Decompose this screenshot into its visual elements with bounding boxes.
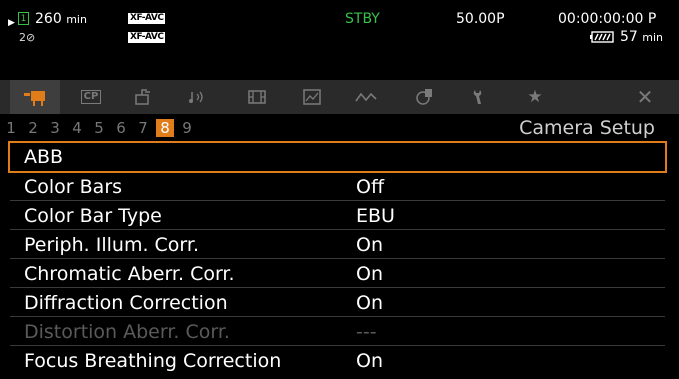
- menu-item-label: Periph. Illum. Corr.: [24, 234, 200, 256]
- network-icon: [355, 92, 377, 102]
- menu-item-diffraction-correction[interactable]: Diffraction Correction On: [10, 289, 665, 317]
- menu-item-value: Off: [356, 176, 385, 198]
- recording-tab[interactable]: [232, 80, 282, 114]
- menu-item-distortion-aberr-corr: Distortion Aberr. Corr. ---: [10, 318, 665, 346]
- rec-time-value: 260: [35, 11, 62, 27]
- setup-tab[interactable]: [454, 80, 504, 114]
- camera-tab[interactable]: [10, 80, 60, 114]
- section-title: Camera Setup: [519, 117, 655, 139]
- format-badge-primary: XF-AVC: [128, 13, 166, 24]
- audio-icon: [189, 91, 203, 103]
- film-icon: [248, 90, 266, 104]
- page-9[interactable]: 9: [178, 119, 196, 137]
- network-tab[interactable]: [341, 80, 391, 114]
- recording-mode: STBY: [345, 11, 380, 27]
- menu-item-label: Distortion Aberr. Corr.: [24, 321, 230, 343]
- menu-item-label: Color Bar Type: [24, 205, 162, 227]
- settings-box-icon: [135, 89, 150, 105]
- menu-item-color-bar-type[interactable]: Color Bar Type EBU: [10, 202, 665, 230]
- menu-item-value: EBU: [356, 205, 395, 227]
- menu-item-label: Focus Breathing Correction: [24, 350, 282, 372]
- battery-icon: [590, 31, 614, 43]
- battery-unit: min: [642, 31, 664, 44]
- battery-remaining: 57 min: [620, 30, 663, 45]
- wrench-icon: [473, 90, 482, 104]
- custom-picture-tab[interactable]: [119, 80, 169, 114]
- menu-item-value: On: [356, 234, 383, 256]
- page-5[interactable]: 5: [90, 119, 108, 137]
- star-icon: ★: [527, 87, 543, 107]
- assist-tab[interactable]: [287, 80, 337, 114]
- remaining-rec-time: 260 min: [35, 12, 87, 27]
- my-menu-tab[interactable]: ★: [510, 80, 560, 114]
- media-icon: [416, 89, 432, 105]
- card-slot-1-indicator: 1: [18, 12, 29, 25]
- menu-item-color-bars[interactable]: Color Bars Off: [10, 173, 665, 201]
- menu-item-value: On: [356, 263, 383, 285]
- audio-tab[interactable]: [173, 80, 223, 114]
- menu-item-label: Chromatic Aberr. Corr.: [24, 263, 235, 285]
- format-badge-secondary: XF-AVC: [128, 32, 166, 43]
- menu-item-label: Diffraction Correction: [24, 292, 228, 314]
- page-4[interactable]: 4: [68, 119, 86, 137]
- menu-item-value: On: [356, 292, 383, 314]
- menu-item-value: On: [356, 350, 383, 372]
- menu-item-value: ---: [356, 321, 377, 343]
- play-arrow-icon: ▶: [8, 18, 15, 28]
- battery-value: 57: [620, 29, 638, 45]
- status-bar: ▶ 1 260 min 2⊘ XF-AVC XF-AVC STBY 50.00P…: [0, 0, 679, 80]
- menu-item-focus-breathing-correction[interactable]: Focus Breathing Correction On: [10, 347, 665, 375]
- menu-item-label: ABB: [24, 146, 64, 168]
- menu-item-abb[interactable]: ABB: [8, 141, 667, 173]
- menu-tab-bar: CP ★ ✕: [0, 80, 679, 114]
- close-icon: ✕: [636, 85, 654, 109]
- media-tab[interactable]: [399, 80, 449, 114]
- frame-rate: 50.00P: [456, 11, 505, 27]
- close-tab[interactable]: ✕: [620, 80, 670, 114]
- page-6[interactable]: 6: [112, 119, 130, 137]
- page-2[interactable]: 2: [24, 119, 42, 137]
- camera-icon: [24, 91, 45, 106]
- page-8[interactable]: 8: [156, 119, 174, 137]
- card-slot-2-indicator: 2⊘: [19, 31, 36, 44]
- assist-icon: [303, 89, 321, 105]
- menu-item-chromatic-aberr-corr[interactable]: Chromatic Aberr. Corr. On: [10, 260, 665, 288]
- menu-item-periph-illum-corr[interactable]: Periph. Illum. Corr. On: [10, 231, 665, 259]
- cp-icon: CP: [80, 90, 102, 104]
- page-bar: 1 2 3 4 5 6 7 8 9 Camera Setup: [0, 114, 679, 142]
- page-3[interactable]: 3: [46, 119, 64, 137]
- timecode: 00:00:00:00 P: [558, 11, 657, 27]
- cp-tab[interactable]: CP: [66, 80, 116, 114]
- page-7[interactable]: 7: [134, 119, 152, 137]
- page-1[interactable]: 1: [2, 119, 20, 137]
- menu-item-label: Color Bars: [24, 176, 123, 198]
- rec-time-unit: min: [66, 13, 87, 26]
